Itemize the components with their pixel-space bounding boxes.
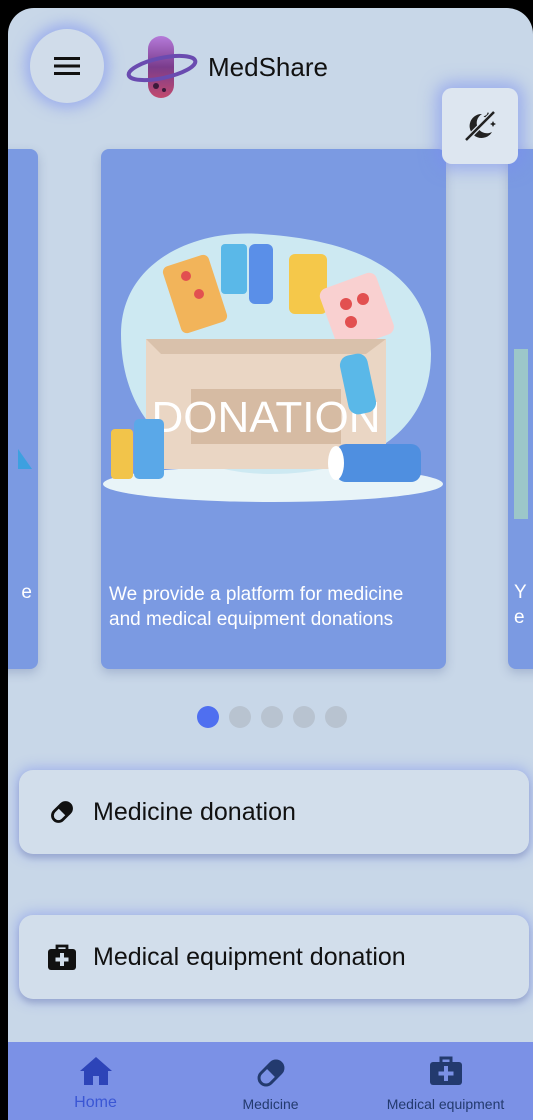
app-title: MedShare [208,52,328,82]
medicine-donation-label: Medicine donation [93,797,296,826]
carousel-dot[interactable] [293,706,315,728]
nav-label-medicine: Medicine [242,1096,299,1112]
medical-kit-icon [429,1056,462,1085]
hamburger-icon [54,57,80,75]
theme-toggle-button[interactable] [442,88,518,164]
carousel-card-previous[interactable]: e [8,149,38,669]
carousel-indicators [197,706,347,728]
carousel-dot[interactable] [197,706,219,728]
card-caption-fragment: Y [514,582,527,603]
nav-label-medical-equipment: Medical equipment [386,1096,505,1112]
app-screen: MedShare e DONATION We provide a platfor… [8,8,533,1120]
carousel-dot[interactable] [229,706,251,728]
app-logo [126,36,198,98]
donation-box-illustration: DONATION [103,233,443,502]
card-caption-fragment: e [514,607,525,628]
card-caption: We provide a platform for medicine and m… [109,584,404,630]
carousel-dot[interactable] [325,706,347,728]
nav-item-home[interactable]: Home [8,1042,183,1120]
carousel-card-next[interactable]: Y e [508,149,533,669]
bottom-navigation: Home Medicine Medical equipment [8,1042,533,1120]
pill-icon [47,797,77,827]
carousel-card-active[interactable]: DONATION We provide a platform for medic… [101,149,446,669]
box-label: DONATION [152,393,381,442]
card-illustration-fragment [514,349,528,519]
home-icon [79,1057,112,1085]
nav-item-medical-equipment[interactable]: Medical equipment [358,1042,533,1120]
card-caption-fragment: e [21,582,32,603]
medical-kit-icon [47,942,77,972]
menu-button[interactable] [30,29,104,103]
medical-equipment-donation-button[interactable]: Medical equipment donation [19,915,529,999]
night-mode-off-icon [464,110,496,142]
card-illustration-fragment [18,449,32,469]
medicine-donation-button[interactable]: Medicine donation [19,770,529,854]
carousel-dot[interactable] [261,706,283,728]
nav-item-medicine[interactable]: Medicine [183,1042,358,1120]
medical-equipment-donation-label: Medical equipment donation [93,942,406,971]
nav-label-home: Home [74,1094,117,1111]
pill-icon [257,1059,284,1087]
